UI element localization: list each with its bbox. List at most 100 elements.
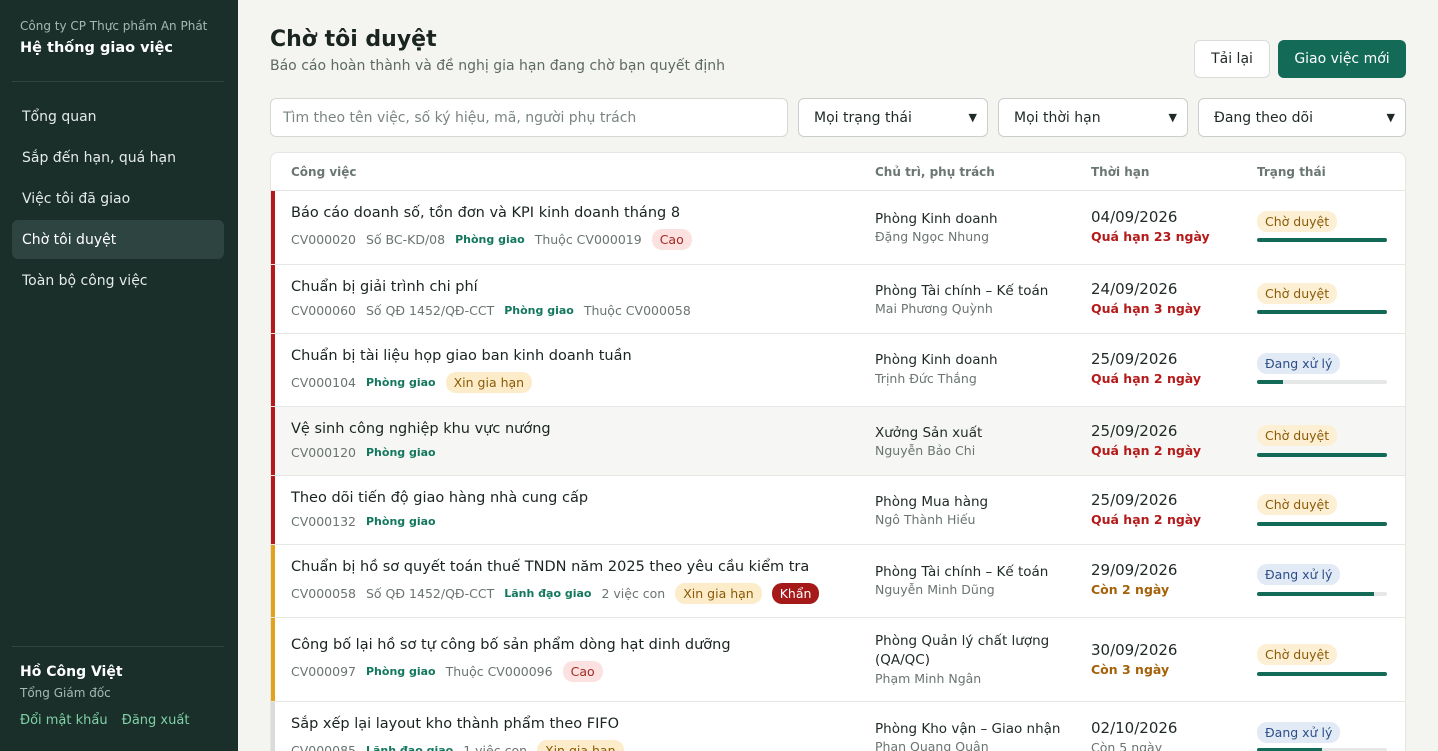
assigner-tag: Lãnh đạo giao <box>504 587 592 600</box>
task-meta-item: Thuộc CV000096 <box>445 664 553 679</box>
task-meta-item: CV000104 <box>291 375 356 390</box>
sidebar-item[interactable]: Việc tôi đã giao <box>12 179 224 218</box>
task-title[interactable]: Chuẩn bị tài liệu họp giao ban kinh doan… <box>291 348 632 364</box>
urgent-badge: Khẩn <box>771 583 820 604</box>
table-row[interactable]: Công bố lại hồ sơ tự công bố sản phẩm dò… <box>271 618 1405 702</box>
column-header-status: Trạng thái <box>1257 165 1326 179</box>
deadline-note: Còn 3 ngày <box>1091 662 1170 677</box>
reload-button[interactable]: Tải lại <box>1194 40 1270 78</box>
sidebar-item[interactable]: Toàn bộ công việc <box>12 261 224 300</box>
task-meta: CV000020 Số BC-KD/08 Phòng giao Thuộc CV000… <box>291 229 702 250</box>
deadline-date: 04/09/2026 <box>1091 208 1178 226</box>
deadline-date: 29/09/2026 <box>1091 561 1178 579</box>
organization-name: Công ty CP Thực phẩm An Phát <box>20 19 208 33</box>
sidebar-item[interactable]: Tổng quan <box>12 97 224 136</box>
owner-department: Phòng Tài chính – Kế toán <box>875 283 1049 299</box>
owner-department: Phòng Quản lý chất lượng (QA/QC) <box>875 633 1050 668</box>
logout-link[interactable]: Đăng xuất <box>122 713 190 728</box>
task-meta: CV000058 Số QĐ 1452/QĐ-CCT Lãnh đạo giao 2 … <box>291 583 829 604</box>
progress-fill <box>1257 380 1283 384</box>
extension-request-badge: Xin gia hạn <box>537 740 624 751</box>
chevron-down-icon: ▼ <box>1168 111 1177 124</box>
new-task-button[interactable]: Giao việc mới <box>1278 40 1406 78</box>
deadline-date: 25/09/2026 <box>1091 491 1178 509</box>
owner-department: Phòng Kinh doanh <box>875 352 998 368</box>
assigner-tag: Phòng giao <box>504 304 574 317</box>
deadline-indicator-bar <box>271 407 275 475</box>
table-header: Công việc Chủ trì, phụ trách Thời hạn Tr… <box>271 153 1405 191</box>
progress-bar <box>1257 592 1387 596</box>
status-badge: Đang xử lý <box>1257 722 1341 743</box>
deadline-indicator-bar <box>271 265 275 333</box>
owner-person: Mai Phương Quỳnh <box>875 301 993 316</box>
owner-person: Phan Quang Quân <box>875 739 989 751</box>
task-meta-item: CV000020 <box>291 232 356 247</box>
status-filter-value: Mọi trạng thái <box>814 109 912 126</box>
table-row[interactable]: Vệ sinh công nghiệp khu vực nướng CV00012… <box>271 407 1405 476</box>
owner-person: Nguyễn Minh Dũng <box>875 582 995 597</box>
owner-person: Đặng Ngọc Nhung <box>875 229 990 244</box>
chevron-down-icon: ▼ <box>1386 111 1395 124</box>
progress-fill <box>1257 238 1387 242</box>
assigner-tag: Phòng giao <box>366 515 436 528</box>
task-title[interactable]: Theo dõi tiến độ giao hàng nhà cung cấp <box>291 490 588 506</box>
owner-person: Nguyễn Bảo Chi <box>875 443 976 458</box>
sidebar: Công ty CP Thực phẩm An Phát Hệ thống gi… <box>0 0 238 751</box>
extension-request-badge: Xin gia hạn <box>445 372 533 393</box>
task-title[interactable]: Chuẩn bị giải trình chi phí <box>291 279 478 295</box>
search-input[interactable] <box>270 98 788 137</box>
column-header-owner: Chủ trì, phụ trách <box>875 165 995 179</box>
table-row[interactable]: Sắp xếp lại layout kho thành phẩm theo F… <box>271 702 1405 751</box>
user-links: Đổi mật khẩu Đăng xuất <box>20 713 199 728</box>
sidebar-item[interactable]: Sắp đến hạn, quá hạn <box>12 138 224 177</box>
sidebar-item[interactable]: Chờ tôi duyệt <box>12 220 224 259</box>
deadline-note: Còn 2 ngày <box>1091 582 1170 597</box>
page-title: Chờ tôi duyệt <box>270 27 437 52</box>
task-title[interactable]: Báo cáo doanh số, tồn đơn và KPI kinh do… <box>291 205 680 221</box>
table-row[interactable]: Theo dõi tiến độ giao hàng nhà cung cấp C… <box>271 476 1405 545</box>
table-row[interactable]: Chuẩn bị giải trình chi phí CV000060 Số QĐ… <box>271 265 1405 334</box>
sidebar-divider <box>12 646 224 647</box>
deadline-date: 25/09/2026 <box>1091 350 1178 368</box>
deadline-indicator-bar <box>271 334 275 406</box>
table-row[interactable]: Báo cáo doanh số, tồn đơn và KPI kinh do… <box>271 191 1405 265</box>
assigner-tag: Phòng giao <box>366 376 436 389</box>
owner-department: Phòng Kinh doanh <box>875 211 998 227</box>
task-title[interactable]: Chuẩn bị hồ sơ quyết toán thuế TNDN năm … <box>291 559 809 575</box>
assigner-tag: Phòng giao <box>455 233 525 246</box>
follow-filter-select[interactable]: Đang theo dõi ▼ <box>1198 98 1406 137</box>
change-password-link[interactable]: Đổi mật khẩu <box>20 713 108 728</box>
user-name: Hồ Công Việt <box>20 664 123 680</box>
task-meta: CV000060 Số QĐ 1452/QĐ-CCT Phòng giao Thuộc… <box>291 303 701 318</box>
task-title[interactable]: Vệ sinh công nghiệp khu vực nướng <box>291 421 551 437</box>
deadline-indicator-bar <box>271 618 275 701</box>
column-header-deadline: Thời hạn <box>1091 165 1150 179</box>
task-meta: CV000097 Phòng giao Thuộc CV000096 Cao <box>291 661 613 682</box>
table-row[interactable]: Chuẩn bị tài liệu họp giao ban kinh doan… <box>271 334 1405 407</box>
deadline-date: 24/09/2026 <box>1091 280 1178 298</box>
task-meta-item: 1 việc con <box>463 743 528 751</box>
task-meta: CV000085 Lãnh đạo giao 1 việc con Xin gia h… <box>291 740 634 751</box>
deadline-indicator-bar <box>271 545 275 617</box>
task-meta-item: CV000058 <box>291 586 356 601</box>
task-meta-item: CV000060 <box>291 303 356 318</box>
deadline-filter-value: Mọi thời hạn <box>1014 109 1101 126</box>
assigner-tag: Phòng giao <box>366 446 436 459</box>
deadline-filter-select[interactable]: Mọi thời hạn ▼ <box>998 98 1188 137</box>
task-title[interactable]: Công bố lại hồ sơ tự công bố sản phẩm dò… <box>291 637 731 653</box>
extension-request-badge: Xin gia hạn <box>675 583 762 604</box>
table-row[interactable]: Chuẩn bị hồ sơ quyết toán thuế TNDN năm … <box>271 545 1405 618</box>
page-subtitle: Báo cáo hoàn thành và đề nghị gia hạn đa… <box>270 58 725 74</box>
owner-department: Phòng Tài chính – Kế toán <box>875 564 1049 580</box>
status-badge: Chờ duyệt <box>1257 494 1338 515</box>
task-title[interactable]: Sắp xếp lại layout kho thành phẩm theo F… <box>291 716 619 732</box>
owner-person: Trịnh Đức Thắng <box>875 371 977 386</box>
deadline-note: Còn 5 ngày <box>1091 740 1163 751</box>
sidebar-nav: Tổng quan Sắp đến hạn, quá hạn Việc tôi đã… <box>12 97 224 302</box>
progress-fill <box>1257 310 1387 314</box>
task-meta-item: CV000097 <box>291 664 356 679</box>
task-meta-item: CV000120 <box>291 445 356 460</box>
status-filter-select[interactable]: Mọi trạng thái ▼ <box>798 98 988 137</box>
deadline-date: 25/09/2026 <box>1091 422 1178 440</box>
deadline-indicator-bar <box>271 702 275 751</box>
